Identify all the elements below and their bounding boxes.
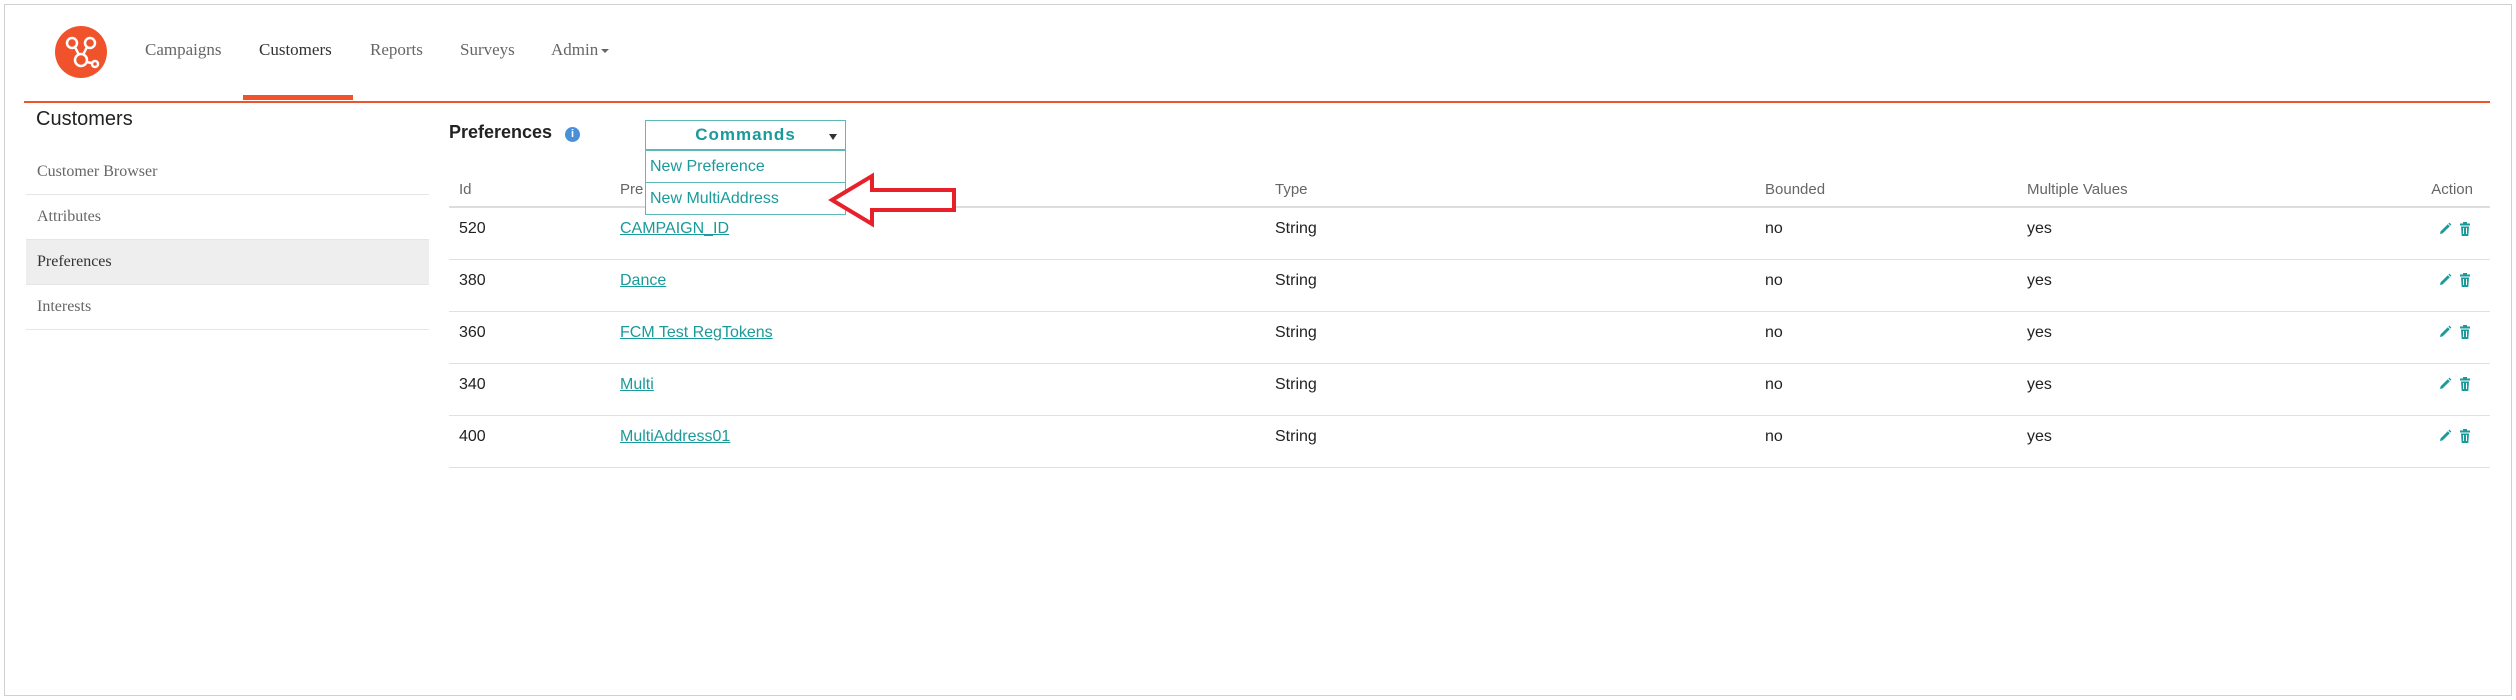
preference-link[interactable]: Multi	[620, 376, 654, 393]
preference-link[interactable]: MultiAddress01	[620, 428, 730, 445]
sidebar-item-label: Preferences	[37, 253, 112, 270]
commands-menu: New Preference New MultiAddress	[645, 150, 846, 215]
cell-type: String	[1275, 207, 1765, 260]
cell-type: String	[1275, 259, 1765, 312]
cell-action	[2427, 415, 2490, 468]
logo-icon	[65, 36, 100, 69]
row-actions	[2433, 220, 2473, 238]
commands-button[interactable]: Commands	[645, 120, 846, 150]
delete-trash-icon[interactable]	[2457, 324, 2473, 340]
table-row: 400 MultiAddress01 String no yes	[449, 415, 2490, 468]
nav-campaigns[interactable]: Campaigns	[145, 40, 222, 60]
cell-name: MultiAddress01	[620, 415, 1275, 468]
column-header-action: Action	[2427, 172, 2490, 208]
cell-name: FCM Test RegTokens	[620, 311, 1275, 364]
row-actions	[2433, 272, 2473, 290]
cell-action	[2427, 363, 2490, 416]
row-actions	[2433, 324, 2473, 342]
row-actions	[2433, 376, 2473, 394]
nav-admin[interactable]: Admin	[551, 40, 610, 60]
cell-id: 340	[449, 363, 620, 416]
commands-button-label: Commands	[695, 125, 796, 144]
edit-pencil-icon[interactable]	[2437, 428, 2453, 444]
preference-link[interactable]: FCM Test RegTokens	[620, 324, 773, 341]
column-header-bounded[interactable]: Bounded	[1765, 172, 2027, 208]
delete-trash-icon[interactable]	[2457, 376, 2473, 392]
menu-item-new-multiaddress[interactable]: New MultiAddress	[646, 182, 845, 214]
cell-name: Dance	[620, 259, 1275, 312]
nav-surveys[interactable]: Surveys	[460, 40, 515, 60]
nav-admin-label: Admin	[551, 40, 599, 59]
cell-type: String	[1275, 363, 1765, 416]
annotation-arrow-icon	[828, 172, 956, 228]
preferences-table: Id Pre Type Bounded Multiple Values Acti…	[449, 172, 2490, 468]
sidebar-item-customer-browser[interactable]: Customer Browser	[26, 150, 429, 195]
cell-id: 520	[449, 207, 620, 260]
table-row: 340 Multi String no yes	[449, 363, 2490, 416]
sidebar-item-label: Interests	[37, 298, 92, 315]
edit-pencil-icon[interactable]	[2437, 221, 2453, 237]
sidebar-item-label: Attributes	[37, 208, 101, 225]
nav-customers[interactable]: Customers	[259, 40, 332, 60]
cell-type: String	[1275, 311, 1765, 364]
edit-pencil-icon[interactable]	[2437, 324, 2453, 340]
caret-down-icon	[601, 49, 610, 54]
cell-multiple-values: yes	[2027, 415, 2427, 468]
sidebar-item-interests[interactable]: Interests	[26, 285, 429, 330]
cell-name: Multi	[620, 363, 1275, 416]
page-title: Preferences	[449, 122, 553, 142]
cell-id: 360	[449, 311, 620, 364]
sidebar-item-label: Customer Browser	[37, 163, 158, 180]
cell-id: 380	[449, 259, 620, 312]
cell-bounded: no	[1765, 415, 2027, 468]
sidebar-item-preferences[interactable]: Preferences	[26, 240, 429, 285]
menu-item-new-preference[interactable]: New Preference	[646, 150, 845, 182]
column-header-id[interactable]: Id	[449, 172, 620, 208]
preference-link[interactable]: CAMPAIGN_ID	[620, 220, 729, 237]
cell-type: String	[1275, 415, 1765, 468]
delete-trash-icon[interactable]	[2457, 221, 2473, 237]
delete-trash-icon[interactable]	[2457, 272, 2473, 288]
cell-bounded: no	[1765, 259, 2027, 312]
cell-multiple-values: yes	[2027, 311, 2427, 364]
cell-bounded: no	[1765, 207, 2027, 260]
cell-id: 400	[449, 415, 620, 468]
cell-bounded: no	[1765, 363, 2027, 416]
commands-dropdown: Commands New Preference New MultiAddress	[645, 120, 846, 215]
table-row: 360 FCM Test RegTokens String no yes	[449, 311, 2490, 364]
cell-action	[2427, 207, 2490, 260]
active-tab-indicator	[243, 95, 353, 100]
cell-bounded: no	[1765, 311, 2027, 364]
cell-action	[2427, 259, 2490, 312]
sidebar-title: Customers	[36, 108, 133, 130]
header-divider	[24, 101, 2490, 103]
delete-trash-icon[interactable]	[2457, 428, 2473, 444]
cell-action	[2427, 311, 2490, 364]
column-header-multiple-values[interactable]: Multiple Values	[2027, 172, 2427, 208]
edit-pencil-icon[interactable]	[2437, 376, 2453, 392]
nav-reports[interactable]: Reports	[370, 40, 423, 60]
brand-logo[interactable]	[55, 26, 107, 78]
row-actions	[2433, 428, 2473, 446]
cell-multiple-values: yes	[2027, 259, 2427, 312]
sidebar-item-attributes[interactable]: Attributes	[26, 195, 429, 240]
column-header-type[interactable]: Type	[1275, 172, 1765, 208]
table-row: 380 Dance String no yes	[449, 259, 2490, 312]
preference-link[interactable]: Dance	[620, 272, 666, 289]
info-icon[interactable]: i	[565, 127, 580, 142]
cell-multiple-values: yes	[2027, 207, 2427, 260]
edit-pencil-icon[interactable]	[2437, 272, 2453, 288]
dropdown-caret-icon	[829, 134, 837, 140]
cell-multiple-values: yes	[2027, 363, 2427, 416]
